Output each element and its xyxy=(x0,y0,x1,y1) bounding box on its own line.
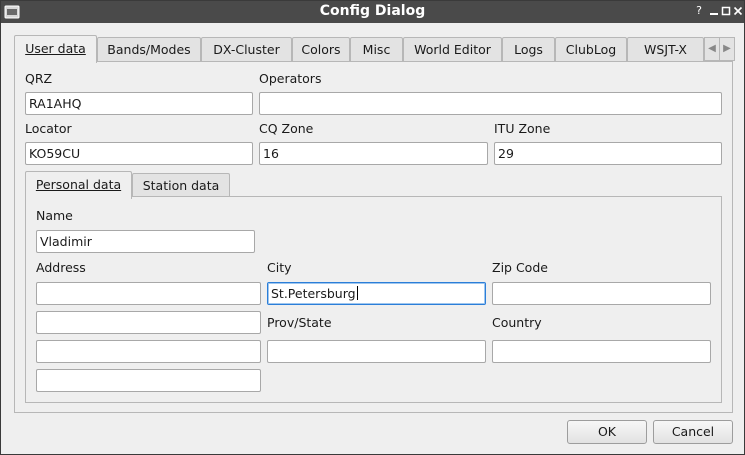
name-label: Name xyxy=(36,208,73,223)
close-icon[interactable] xyxy=(732,4,744,18)
title-bar: Config Dialog ? xyxy=(1,1,744,23)
address-line-1-input[interactable] xyxy=(36,282,261,305)
ok-button[interactable]: OK xyxy=(567,420,647,444)
country-input[interactable] xyxy=(492,340,711,363)
address-line-4-input[interactable] xyxy=(36,369,261,392)
country-label: Country xyxy=(492,315,542,330)
window-title: Config Dialog xyxy=(319,3,426,19)
tab-user-data-label: User data xyxy=(25,41,86,56)
cq-zone-input[interactable]: 16 xyxy=(259,142,488,165)
tab-colors[interactable]: Colors xyxy=(292,37,350,62)
zip-code-input[interactable] xyxy=(492,282,711,305)
help-icon[interactable]: ? xyxy=(693,4,705,18)
tab-bands-modes[interactable]: Bands/Modes xyxy=(97,37,201,62)
qrz-label: QRZ xyxy=(25,71,53,86)
cancel-button[interactable]: Cancel xyxy=(653,420,733,444)
tab-personal-data-label: Personal data xyxy=(35,177,122,192)
operators-label: Operators xyxy=(259,71,322,86)
city-label: City xyxy=(267,260,292,275)
city-input[interactable]: St.Petersburg xyxy=(267,282,486,305)
locator-label: Locator xyxy=(25,121,72,136)
tab-logs[interactable]: Logs xyxy=(502,37,555,62)
address-label: Address xyxy=(36,260,86,275)
maximize-icon[interactable] xyxy=(720,4,732,18)
locator-input[interactable]: KO59CU xyxy=(25,142,253,165)
tab-world-editor[interactable]: World Editor xyxy=(403,37,502,62)
tab-station-data[interactable]: Station data xyxy=(132,173,230,198)
itu-zone-input[interactable]: 29 xyxy=(494,142,722,165)
minimize-icon[interactable] xyxy=(708,4,720,18)
itu-zone-label: ITU Zone xyxy=(494,121,551,136)
operators-input[interactable] xyxy=(259,92,722,115)
tab-wsjt-x[interactable]: WSJT-X xyxy=(627,37,704,62)
address-line-3-input[interactable] xyxy=(36,340,261,363)
tab-scroll-right-icon[interactable]: ▶ xyxy=(719,37,735,61)
address-line-2-input[interactable] xyxy=(36,311,261,334)
cq-zone-label: CQ Zone xyxy=(259,121,314,136)
prov-state-input[interactable] xyxy=(267,340,486,363)
tab-scroll-left-icon[interactable]: ◀ xyxy=(704,37,720,61)
tab-personal-data[interactable]: Personal data xyxy=(25,171,132,199)
text-caret xyxy=(356,286,358,300)
name-input[interactable]: Vladimir xyxy=(36,230,255,253)
qrz-input[interactable]: RA1AHQ xyxy=(25,92,253,115)
config-dialog: Config Dialog ? User data Bands/Modes DX… xyxy=(0,0,745,455)
tab-dx-cluster[interactable]: DX-Cluster xyxy=(201,37,292,62)
prov-state-label: Prov/State xyxy=(267,315,332,330)
tab-clublog[interactable]: ClubLog xyxy=(555,37,627,62)
tab-misc[interactable]: Misc xyxy=(350,37,403,62)
tab-user-data[interactable]: User data xyxy=(14,35,97,63)
zip-code-label: Zip Code xyxy=(492,260,548,275)
city-value: St.Petersburg xyxy=(271,286,356,301)
